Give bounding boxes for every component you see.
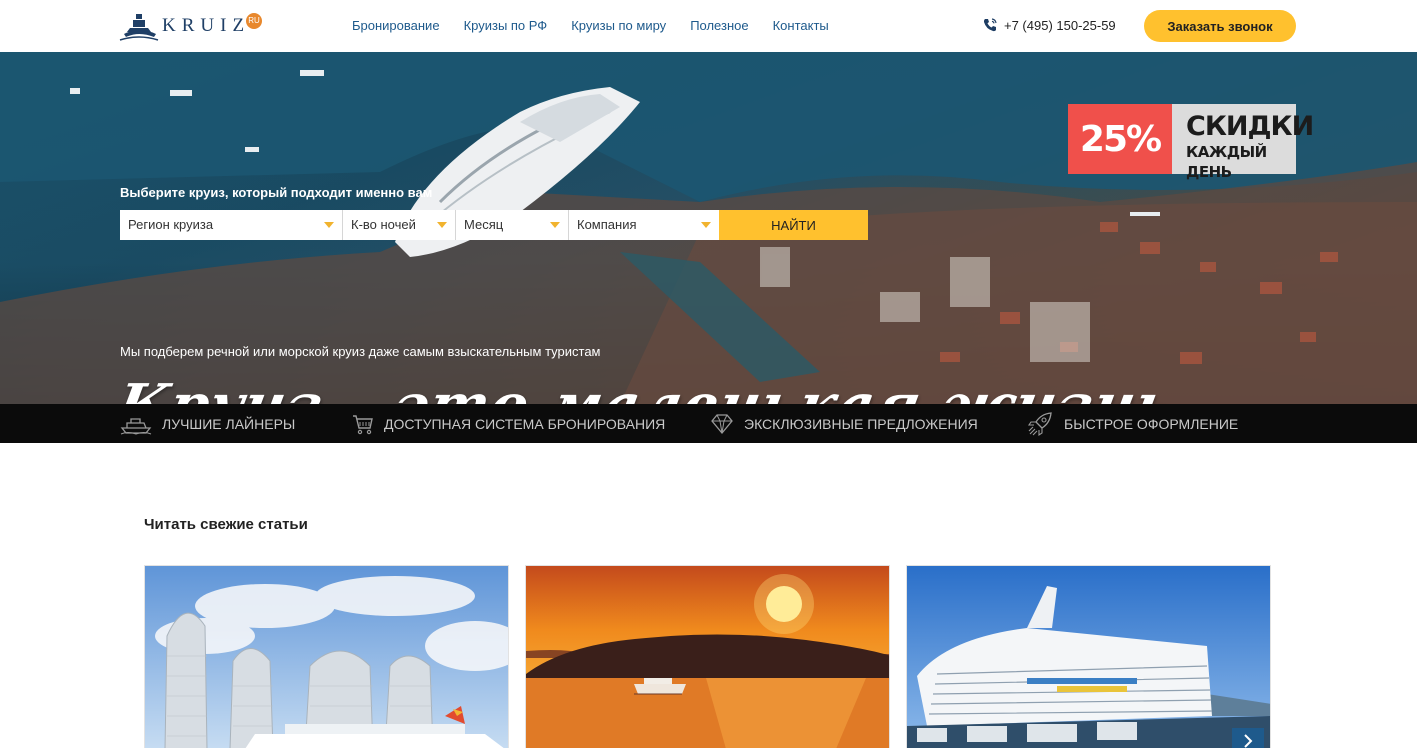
company-select[interactable]: Компания: [569, 210, 719, 240]
nights-select[interactable]: К-во ночей: [343, 210, 456, 240]
request-call-button[interactable]: Заказать звонок: [1144, 10, 1296, 42]
feature-label: ДОСТУПНАЯ СИСТЕМА БРОНИРОВАНИЯ: [384, 415, 666, 432]
feature-label: БЫСТРОЕ ОФОРМЛЕНИЕ: [1064, 415, 1239, 432]
site-logo[interactable]: KRUIZ RU: [118, 6, 263, 46]
hero-banner: 25% СКИДКИ КАЖДЫЙ ДЕНЬ Выберите круиз, к…: [0, 52, 1417, 404]
article-card[interactable]: [144, 565, 509, 748]
logo-ship-icon: [119, 14, 159, 41]
ship-icon: [120, 417, 152, 435]
articles-heading: Читать свежие статьи: [144, 516, 308, 533]
month-select-value: Месяц: [464, 217, 504, 232]
cart-icon: [353, 414, 373, 434]
article-card[interactable]: [525, 565, 890, 748]
nav-russia-cruises[interactable]: Круизы по РФ: [464, 18, 548, 33]
region-select[interactable]: Регион круиза: [120, 210, 343, 240]
region-select-value: Регион круиза: [128, 217, 214, 232]
find-button[interactable]: НАЙТИ: [719, 210, 868, 240]
phone-contact[interactable]: +7 (495) 150-25-59: [982, 17, 1116, 33]
feature-booking-system: ДОСТУПНАЯ СИСТЕМА БРОНИРОВАНИЯ: [352, 404, 665, 443]
cruise-search-form: Регион круиза К-во ночей Месяц Компания …: [120, 210, 868, 240]
feature-fast-processing: БЫСТРОЕ ОФОРМЛЕНИЕ: [1027, 404, 1238, 443]
company-select-value: Компания: [577, 217, 637, 232]
chevron-down-icon: [437, 222, 447, 228]
logo-badge: RU: [246, 13, 263, 29]
diamond-icon: [711, 413, 733, 434]
nav-contacts[interactable]: Контакты: [773, 18, 829, 33]
features-bar: ЛУЧШИЕ ЛАЙНЕРЫ ДОСТУПНАЯ СИСТЕМА БРОНИРО…: [0, 404, 1417, 443]
feature-label: ЛУЧШИЕ ЛАЙНЕРЫ: [162, 415, 296, 432]
hero-slogan: Круиз – это маленькая жизнь: [112, 372, 1179, 404]
towers-harbor-photo: [145, 566, 508, 748]
nav-useful[interactable]: Полезное: [690, 18, 748, 33]
hero-tagline: Мы подберем речной или морской круиз даж…: [120, 344, 601, 359]
promo-text: СКИДКИ КАЖДЫЙ ДЕНЬ: [1172, 104, 1314, 181]
discount-promo[interactable]: 25% СКИДКИ КАЖДЫЙ ДЕНЬ: [1068, 104, 1314, 181]
feature-exclusive-offers: ЭКСКЛЮЗИВНЫЕ ПРЕДЛОЖЕНИЯ: [710, 404, 978, 443]
chevron-down-icon: [324, 222, 334, 228]
promo-line1: СКИДКИ: [1186, 111, 1314, 142]
sunset-cruise-photo: [526, 566, 889, 748]
article-card[interactable]: [906, 565, 1271, 748]
logo-text: KRUIZ: [162, 15, 251, 36]
site-header: KRUIZ RU Бронирование Круизы по РФ Круиз…: [0, 0, 1417, 52]
promo-percent: 25%: [1068, 104, 1172, 174]
nav-booking[interactable]: Бронирование: [352, 18, 440, 33]
nav-world-cruises[interactable]: Круизы по миру: [571, 18, 666, 33]
feature-label: ЭКСКЛЮЗИВНЫЕ ПРЕДЛОЖЕНИЯ: [744, 415, 978, 432]
cruise-liner-photo: [907, 566, 1270, 748]
search-label: Выберите круиз, который подходит именно …: [120, 185, 433, 200]
month-select[interactable]: Месяц: [456, 210, 569, 240]
phone-number: +7 (495) 150-25-59: [1004, 17, 1116, 33]
chevron-down-icon: [701, 222, 711, 228]
main-nav: Бронирование Круизы по РФ Круизы по миру…: [352, 18, 853, 33]
chevron-down-icon: [550, 222, 560, 228]
chevron-right-icon: [1244, 734, 1253, 748]
rocket-icon: [1027, 412, 1052, 437]
nights-select-value: К-во ночей: [351, 217, 416, 232]
phone-icon: [983, 18, 997, 32]
promo-line2: КАЖДЫЙ ДЕНЬ: [1186, 143, 1267, 181]
articles-next-button[interactable]: [1232, 728, 1264, 748]
feature-best-liners: ЛУЧШИЕ ЛАЙНЕРЫ: [120, 404, 295, 443]
